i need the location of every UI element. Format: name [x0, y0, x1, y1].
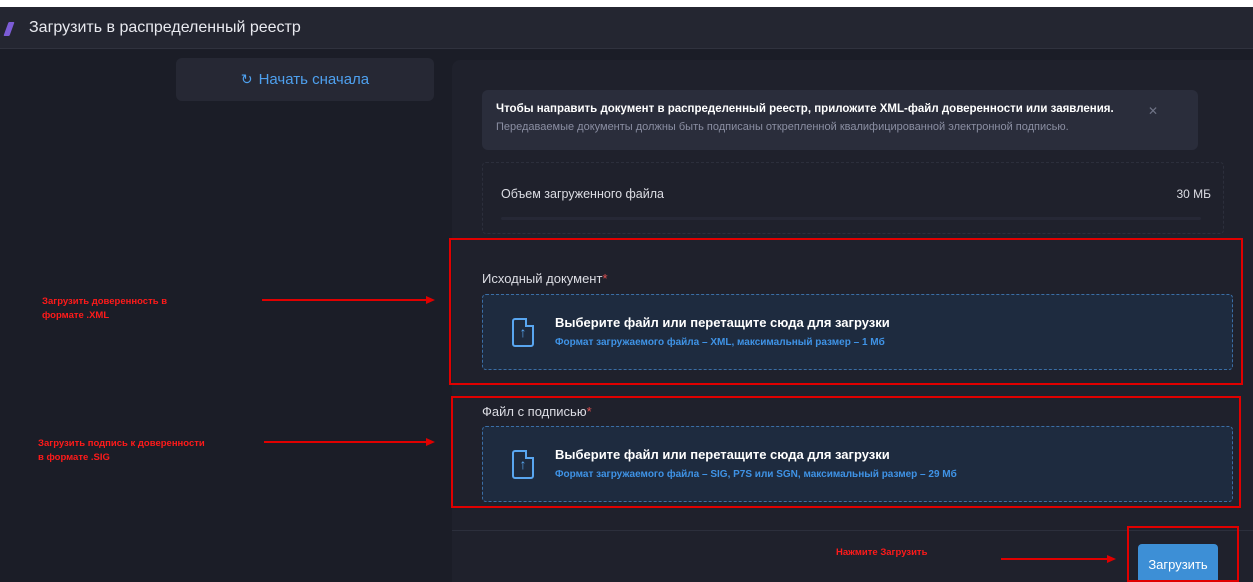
file-size-label: Объем загруженного файла — [501, 187, 664, 201]
brand-mark-icon — [3, 22, 15, 36]
notice-text-primary: Чтобы направить документ в распределенны… — [496, 103, 1114, 115]
title-bar: Загрузить в распределенный реестр — [0, 7, 1253, 49]
annotation-upload-xml: Загрузить доверенность в формате .XML — [42, 295, 167, 323]
file-size-progress-bar — [501, 217, 1201, 220]
annotation-arrow — [264, 441, 426, 443]
annotation-arrow — [1001, 558, 1107, 560]
info-notice: Чтобы направить документ в распределенны… — [482, 90, 1198, 150]
refresh-icon: ↻ — [240, 71, 253, 87]
annotation-arrow-head — [1107, 555, 1116, 563]
notice-text-secondary: Передаваемые документы должны быть подпи… — [496, 121, 1069, 133]
annotation-arrow-head — [426, 296, 435, 304]
file-size-value: 30 МБ — [1176, 187, 1211, 201]
file-size-block: Объем загруженного файла 30 МБ — [482, 162, 1224, 234]
annotation-text: формате .XML — [42, 310, 110, 321]
highlight-box-upload — [1127, 526, 1239, 582]
restart-button[interactable]: ↻ Начать сначала — [176, 58, 434, 101]
annotation-text: Загрузить подпись к доверенности — [38, 438, 205, 449]
annotation-arrow — [262, 299, 426, 301]
close-icon[interactable]: ✕ — [1148, 104, 1158, 118]
annotation-upload-sig: Загрузить подпись к доверенности в форма… — [38, 437, 205, 465]
annotation-text: Загрузить доверенность в — [42, 296, 168, 307]
window-title: Загрузить в распределенный реестр — [29, 19, 301, 36]
highlight-box-source — [449, 238, 1243, 385]
annotation-text: в формате .SIG — [38, 452, 110, 463]
annotation-press-upload: Нажмите Загрузить — [836, 547, 928, 558]
highlight-box-signature — [451, 396, 1241, 508]
restart-button-label: Начать сначала — [258, 71, 370, 88]
annotation-arrow-head — [426, 438, 435, 446]
